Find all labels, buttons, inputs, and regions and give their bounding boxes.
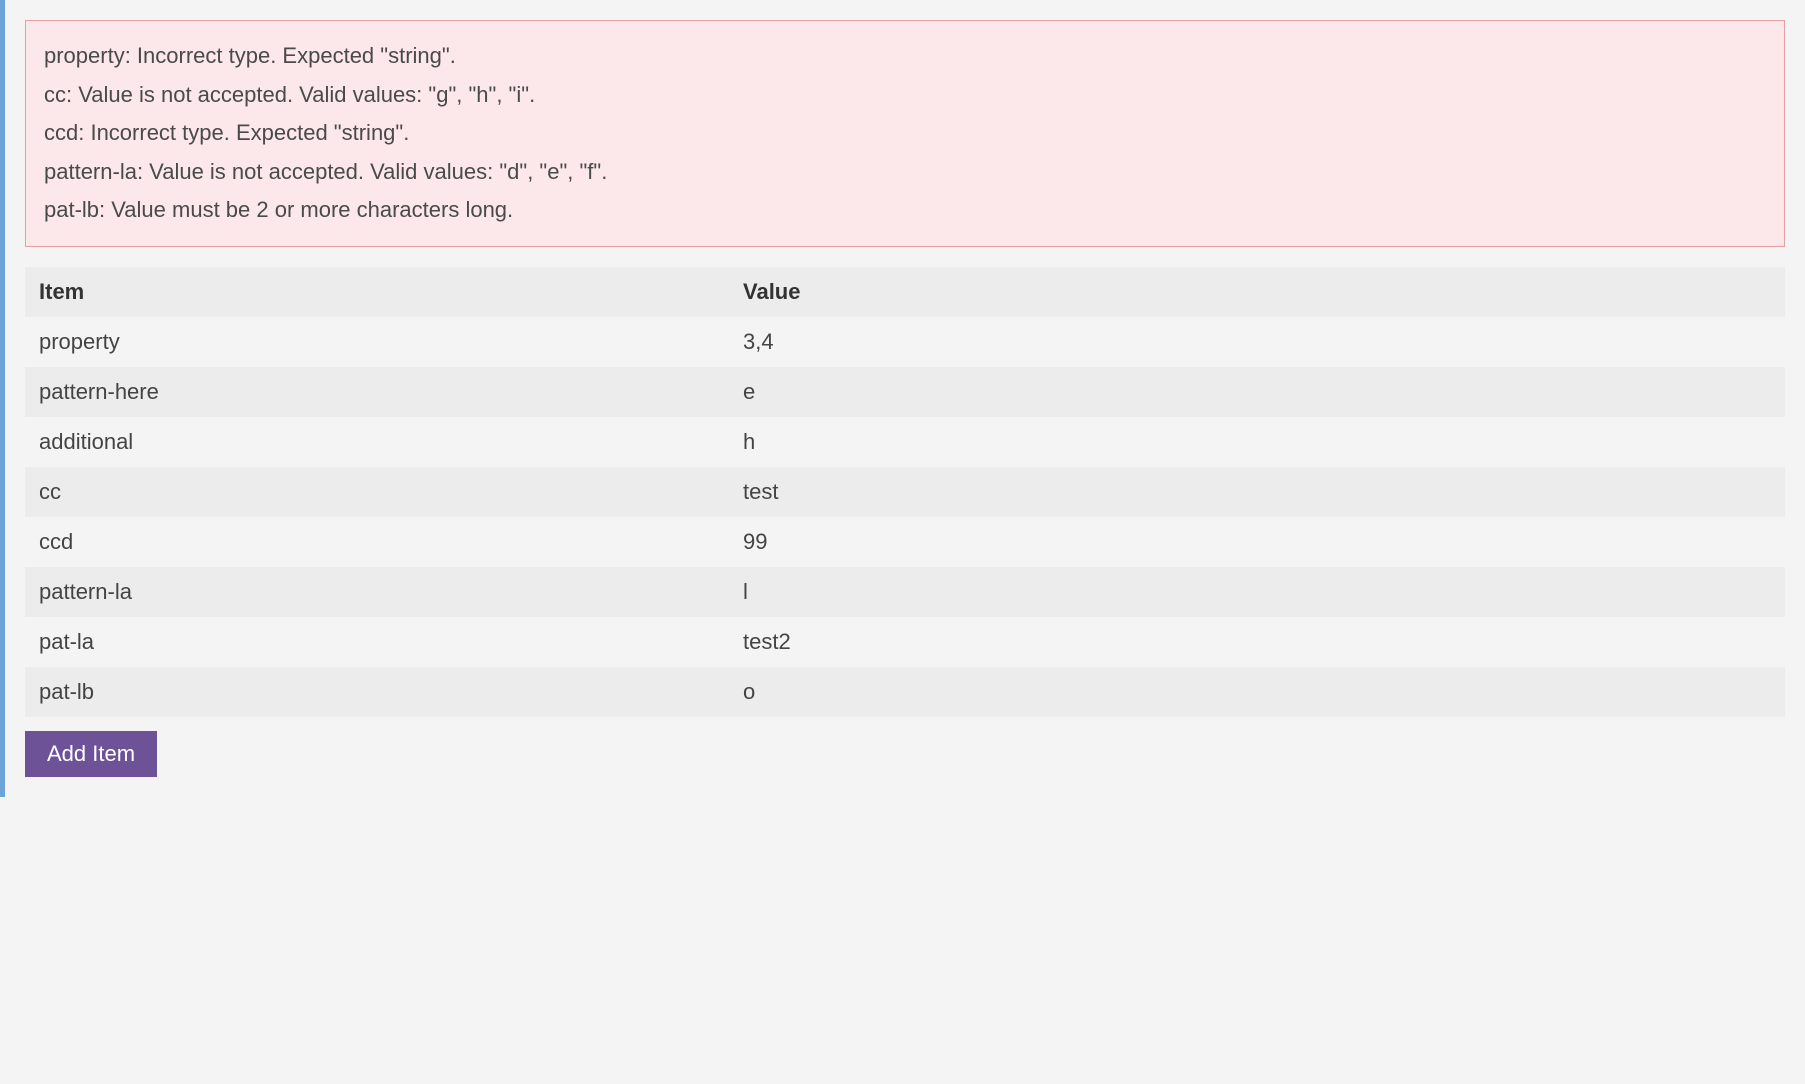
table-row[interactable]: pat-lb o: [25, 667, 1785, 717]
cell-item: pattern-la: [25, 567, 729, 617]
cell-item: property: [25, 317, 729, 367]
table-row[interactable]: cc test: [25, 467, 1785, 517]
table-row[interactable]: pattern-here e: [25, 367, 1785, 417]
error-message: cc: Value is not accepted. Valid values:…: [44, 76, 1766, 115]
cell-item: pat-la: [25, 617, 729, 667]
error-message: pattern-la: Value is not accepted. Valid…: [44, 153, 1766, 192]
cell-item: additional: [25, 417, 729, 467]
error-message: ccd: Incorrect type. Expected "string".: [44, 114, 1766, 153]
col-header-item: Item: [25, 267, 729, 317]
cell-value: e: [729, 367, 1785, 417]
cell-value: l: [729, 567, 1785, 617]
cell-value: o: [729, 667, 1785, 717]
table-row[interactable]: pattern-la l: [25, 567, 1785, 617]
cell-item: cc: [25, 467, 729, 517]
cell-value: 3,4: [729, 317, 1785, 367]
col-header-value: Value: [729, 267, 1785, 317]
cell-item: pattern-here: [25, 367, 729, 417]
add-item-button[interactable]: Add Item: [25, 731, 157, 777]
cell-item: pat-lb: [25, 667, 729, 717]
item-value-table: Item Value property 3,4 pattern-here e a…: [25, 267, 1785, 717]
validation-error-box: property: Incorrect type. Expected "stri…: [25, 20, 1785, 247]
table-row[interactable]: ccd 99: [25, 517, 1785, 567]
table-row[interactable]: property 3,4: [25, 317, 1785, 367]
cell-value: test2: [729, 617, 1785, 667]
table-row[interactable]: pat-la test2: [25, 617, 1785, 667]
cell-value: test: [729, 467, 1785, 517]
cell-value: 99: [729, 517, 1785, 567]
error-message: property: Incorrect type. Expected "stri…: [44, 37, 1766, 76]
cell-value: h: [729, 417, 1785, 467]
error-message: pat-lb: Value must be 2 or more characte…: [44, 191, 1766, 230]
cell-item: ccd: [25, 517, 729, 567]
table-row[interactable]: additional h: [25, 417, 1785, 467]
content-panel: property: Incorrect type. Expected "stri…: [0, 0, 1805, 797]
